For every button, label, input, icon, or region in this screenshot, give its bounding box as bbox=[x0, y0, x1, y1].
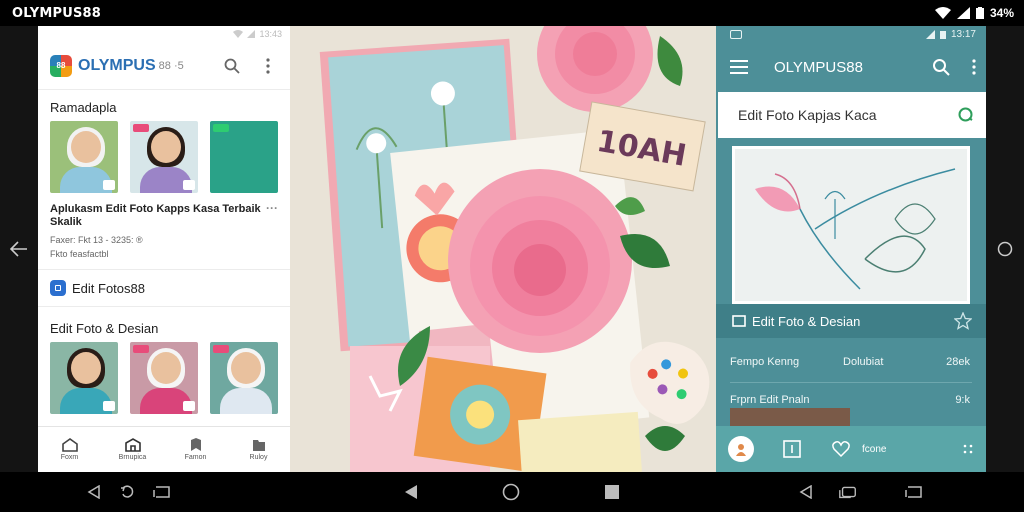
notification-icon bbox=[730, 29, 742, 39]
battery-icon bbox=[975, 7, 984, 19]
wifi-icon bbox=[934, 7, 951, 19]
wifi-icon bbox=[233, 30, 244, 38]
edit-fotos-row[interactable]: Edit Fotos88 bbox=[38, 270, 290, 306]
signal-icon bbox=[247, 30, 256, 38]
nav-rotate-button[interactable] bbox=[118, 484, 138, 500]
nav-overview-button[interactable] bbox=[602, 484, 622, 500]
nav-home-button[interactable] bbox=[501, 483, 521, 501]
building-icon bbox=[124, 438, 141, 452]
signal-icon bbox=[956, 7, 970, 19]
share-icon[interactable] bbox=[782, 439, 802, 459]
back-triangle-icon bbox=[87, 485, 100, 499]
edit-icon bbox=[50, 280, 66, 296]
person-icon bbox=[736, 444, 746, 456]
avatar[interactable] bbox=[728, 436, 754, 462]
thumbnail-photo[interactable] bbox=[130, 342, 198, 414]
search-icon[interactable] bbox=[932, 58, 950, 76]
right-rail bbox=[986, 26, 1024, 472]
folder-icon bbox=[252, 440, 265, 451]
right-status-time: 13:17 bbox=[950, 28, 976, 40]
section-title-edit-design: Edit Foto & Desian bbox=[50, 321, 159, 336]
nav-recents-button[interactable] bbox=[152, 484, 172, 500]
square-icon bbox=[605, 485, 619, 499]
floral-collage-illustration: 10AH bbox=[290, 26, 716, 472]
nav-back-button[interactable] bbox=[84, 484, 104, 500]
bottom-tab-bar: Foxm Brnupica Famon Ruloy bbox=[38, 426, 290, 472]
thumbnail-photo[interactable] bbox=[50, 342, 118, 414]
status-bar: OLYMPUS88 34% bbox=[0, 0, 1024, 26]
nav-back-button-center[interactable] bbox=[401, 484, 421, 500]
tab-home[interactable]: Foxm bbox=[38, 427, 101, 472]
search-field[interactable]: Edit Foto Kapjas Kaca bbox=[718, 92, 986, 138]
more-vert-icon[interactable] bbox=[256, 54, 280, 78]
grid-dots-icon[interactable] bbox=[962, 443, 974, 455]
thumbnail-row-top bbox=[38, 121, 290, 193]
thumbnail-photo[interactable] bbox=[210, 121, 278, 193]
divider bbox=[730, 382, 972, 383]
section-title-recommended: Ramadapla bbox=[50, 100, 117, 115]
nav-back-button-right[interactable] bbox=[796, 484, 816, 500]
system-nav-bar bbox=[0, 472, 1024, 512]
list-item[interactable]: Fempo Kenng Dolubiat 28ek bbox=[716, 356, 986, 368]
home-icon bbox=[61, 438, 78, 452]
tab-feed[interactable]: Famon bbox=[164, 427, 227, 472]
list-item[interactable]: Frprn Edit Pnaln 9:k bbox=[716, 394, 986, 406]
recents-icon bbox=[905, 486, 922, 498]
right-phone-screen: 13:17 OLYMPUS88 Edit Foto Kapjas Kaca Ed… bbox=[716, 26, 986, 472]
nav-recents-button-right[interactable] bbox=[904, 484, 924, 500]
circle-icon[interactable] bbox=[997, 241, 1013, 257]
search-icon[interactable] bbox=[958, 107, 974, 123]
thumbnail-photo[interactable] bbox=[50, 121, 118, 193]
post-title[interactable]: Aplukasm Edit Foto Kapps Kasa Terbaik Sk… bbox=[38, 193, 290, 229]
bottom-bar-text: fcone bbox=[862, 443, 887, 455]
bookmark-icon bbox=[190, 438, 201, 451]
battery-icon bbox=[939, 30, 946, 39]
back-triangle-icon bbox=[799, 485, 812, 499]
heart-icon[interactable] bbox=[832, 441, 850, 457]
image-icon bbox=[732, 315, 746, 327]
more-horiz-icon[interactable]: ··· bbox=[266, 202, 278, 215]
left-app-name-suffix: 88 ·5 bbox=[158, 59, 184, 72]
left-phone-screen: 13:43 88 OLYMPUS 88 ·5 Ramadapla Aplukas… bbox=[38, 26, 290, 472]
tab-library[interactable]: Ruloy bbox=[227, 427, 290, 472]
right-app-title: OLYMPUS88 bbox=[774, 58, 863, 76]
left-status-bar: 13:43 bbox=[38, 26, 290, 42]
system-icons: 34% bbox=[934, 6, 1014, 20]
thumbnail-photo[interactable] bbox=[210, 342, 278, 414]
edit-design-label: Edit Foto & Desian bbox=[752, 313, 861, 329]
status-bar-title: OLYMPUS88 bbox=[12, 5, 101, 21]
search-icon[interactable] bbox=[220, 54, 244, 78]
star-icon[interactable] bbox=[954, 312, 972, 330]
thumbnail-row-bottom bbox=[38, 342, 290, 414]
tab-explore[interactable]: Brnupica bbox=[101, 427, 164, 472]
edit-design-bar[interactable]: Edit Foto & Desian bbox=[716, 304, 986, 338]
back-triangle-icon bbox=[405, 485, 417, 499]
more-vert-icon[interactable] bbox=[972, 59, 976, 75]
menu-icon[interactable] bbox=[730, 60, 748, 74]
app-logo-icon: 88 bbox=[50, 54, 72, 77]
edit-fotos-label: Edit Fotos88 bbox=[72, 280, 145, 296]
sketch-preview-image[interactable] bbox=[732, 146, 970, 304]
home-circle-icon bbox=[502, 483, 520, 501]
flower-sketch-illustration bbox=[735, 149, 967, 301]
right-app-header: OLYMPUS88 bbox=[716, 42, 986, 92]
thumbnail-photo[interactable] bbox=[130, 121, 198, 193]
thumbnail-photo[interactable] bbox=[730, 408, 850, 426]
left-app-name: OLYMPUS bbox=[78, 56, 156, 74]
nav-windows-button[interactable] bbox=[838, 484, 858, 500]
signal-icon bbox=[925, 29, 935, 39]
collage-image: 10AH bbox=[290, 26, 716, 472]
right-bottom-bar: fcone bbox=[716, 426, 986, 472]
right-status-bar: 13:17 bbox=[716, 26, 986, 42]
rotate-icon bbox=[121, 485, 134, 498]
left-rail bbox=[0, 26, 38, 472]
windows-icon bbox=[839, 486, 856, 499]
search-input-value[interactable]: Edit Foto Kapjas Kaca bbox=[738, 107, 958, 123]
back-arrow-icon[interactable] bbox=[10, 241, 28, 257]
recents-icon bbox=[153, 486, 170, 498]
post-meta: Faxer: Fkt 13 - 3235: ® Fkto feasfactbl bbox=[50, 235, 143, 259]
left-status-time: 13:43 bbox=[259, 29, 282, 39]
battery-percent: 34% bbox=[989, 6, 1014, 20]
left-app-header: 88 OLYMPUS 88 ·5 bbox=[38, 42, 290, 90]
